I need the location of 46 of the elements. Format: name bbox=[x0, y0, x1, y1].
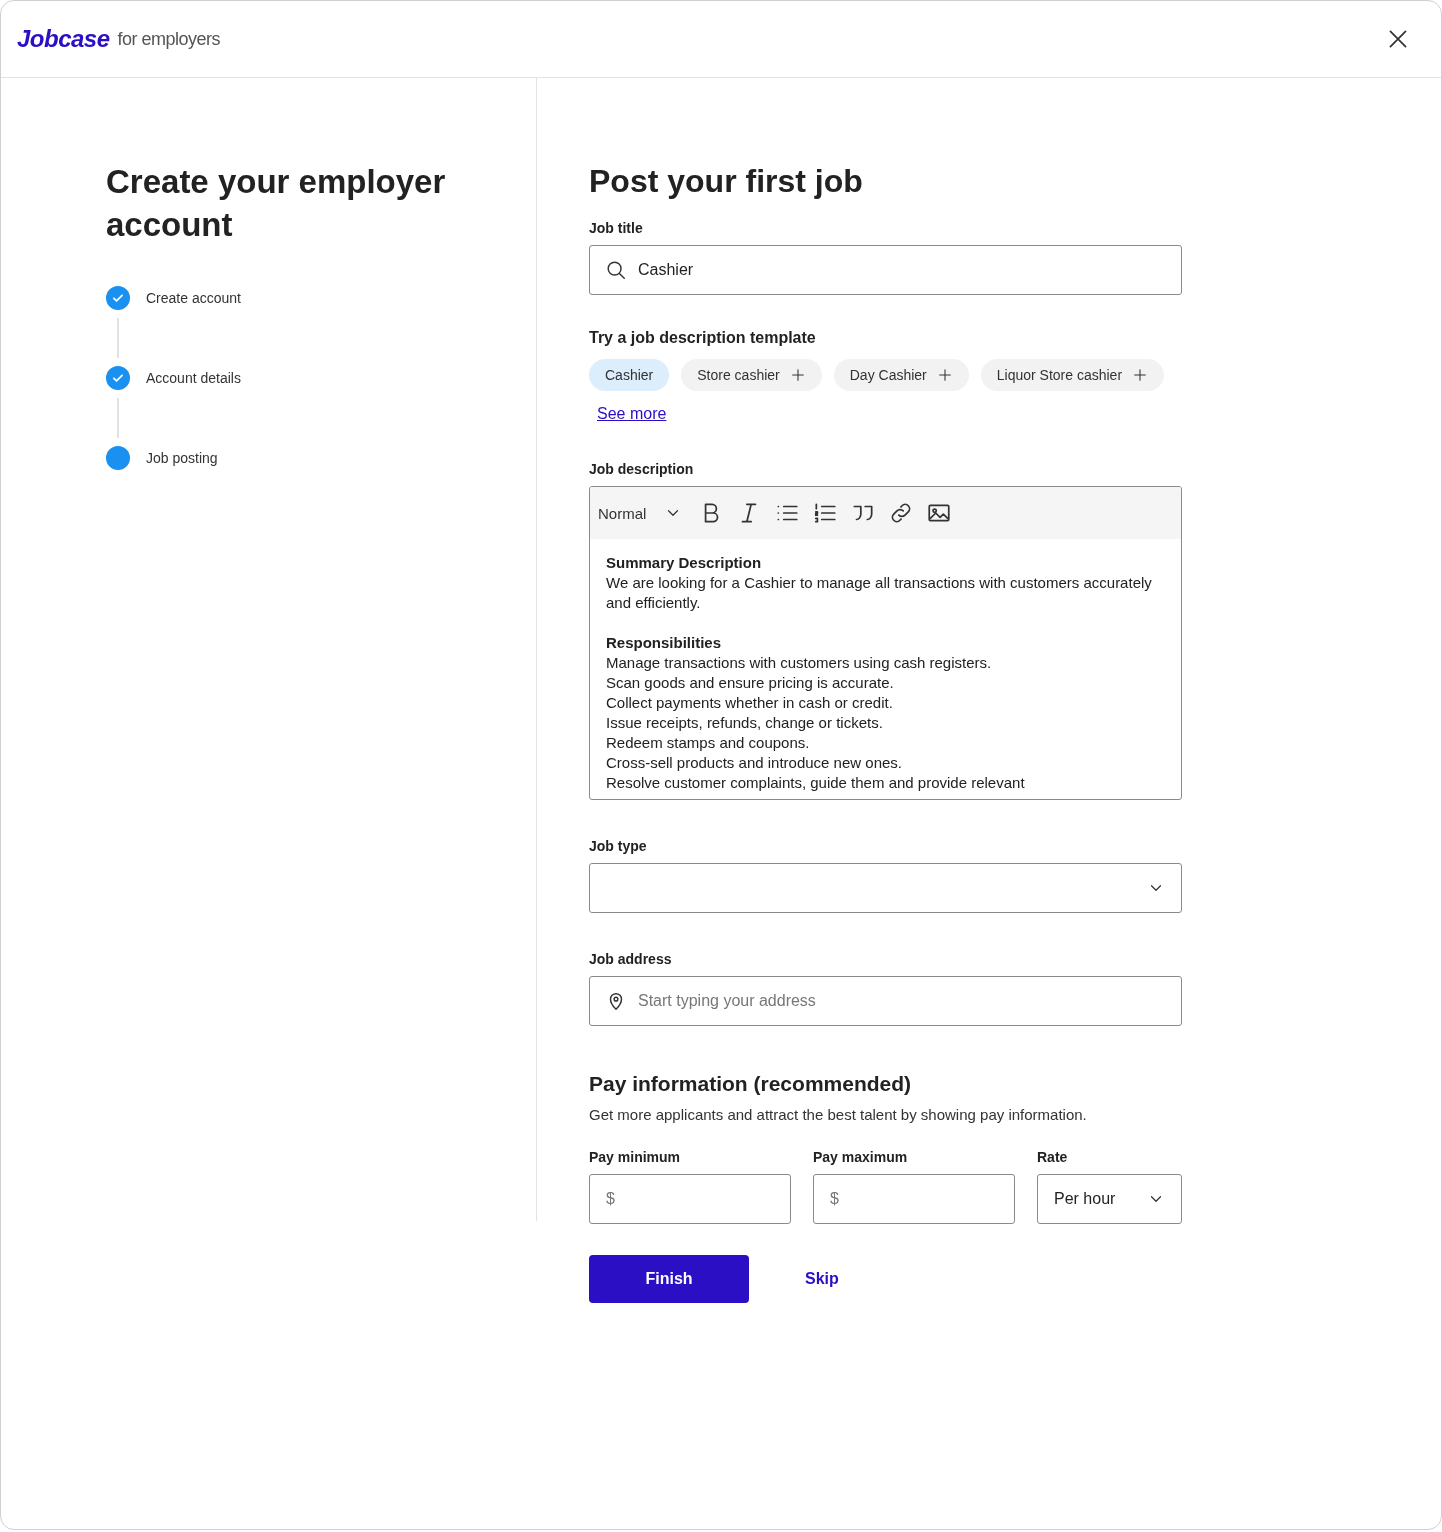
field-label: Pay minimum bbox=[589, 1149, 682, 1165]
job-title-field[interactable]: Cashier bbox=[589, 245, 1182, 295]
description-text: Manage transactions with customers using cash registers. bbox=[606, 653, 993, 673]
field-label: Pay maximum bbox=[813, 1149, 909, 1165]
format-dropdown[interactable]: Normal bbox=[598, 504, 683, 522]
description-text: Collect payments whether in cash or credit. bbox=[606, 693, 894, 713]
description-text: Scan goods and ensure pricing is accurate. bbox=[606, 673, 895, 693]
field-label: Job title bbox=[589, 220, 644, 236]
search-icon bbox=[605, 259, 627, 281]
step-label: Account details bbox=[146, 370, 241, 386]
pay-maximum-field[interactable]: $ bbox=[813, 1174, 1015, 1224]
rate-dropdown[interactable]: Per hour bbox=[1037, 1174, 1182, 1224]
description-text: Cross-sell products and introduce new ones. bbox=[606, 753, 903, 773]
description-text: Issue receipts, refunds, change or tickets. bbox=[606, 713, 884, 733]
description-text: Resolve customer complaints, guide them and provide relevant bbox=[606, 773, 1026, 793]
logo-tagline: for employers bbox=[117, 28, 221, 50]
section-title: Pay information (recommended) bbox=[589, 1072, 913, 1096]
form-title: Post your first job bbox=[589, 162, 864, 201]
section-subtitle: Get more applicants and attract the best talent by showing pay information. bbox=[589, 1106, 1088, 1123]
sidebar-title: Create your employer account bbox=[106, 162, 446, 245]
template-chip[interactable]: Day Cashier bbox=[833, 359, 969, 391]
step-label: Job posting bbox=[146, 450, 218, 466]
job-address-field[interactable]: Start typing your address bbox=[589, 976, 1182, 1026]
field-label: Job description bbox=[589, 461, 695, 477]
step-label: Create account bbox=[146, 290, 241, 306]
field-label: Rate bbox=[1037, 1149, 1069, 1165]
section-title: Try a job description template bbox=[589, 329, 817, 347]
plus-icon bbox=[789, 367, 806, 383]
pay-minimum-field[interactable]: $ bbox=[589, 1174, 791, 1224]
skip-link[interactable]: Skip bbox=[805, 1270, 839, 1288]
plus-icon bbox=[936, 367, 953, 383]
template-chip[interactable]: Cashier bbox=[589, 359, 670, 391]
description-text: Redeem stamps and coupons. bbox=[606, 733, 811, 753]
field-label: Job address bbox=[589, 951, 673, 967]
field-label: Job type bbox=[589, 838, 648, 854]
description-heading: Responsibilities bbox=[606, 633, 723, 653]
finish-button[interactable]: Finish bbox=[589, 1255, 749, 1303]
description-text: We are looking for a Cashier to manage all transactions with customers accurately and efficiently. bbox=[606, 573, 1153, 613]
plus-icon bbox=[1132, 367, 1149, 383]
template-chip[interactable]: Liquor Store cashier bbox=[980, 359, 1165, 391]
description-editor[interactable] bbox=[589, 486, 1182, 800]
logo: Jobcase bbox=[17, 25, 110, 53]
description-heading: Summary Description bbox=[606, 553, 763, 573]
see-more-link[interactable]: See more bbox=[597, 405, 667, 423]
job-type-dropdown[interactable] bbox=[589, 863, 1182, 913]
template-chip[interactable]: Store cashier bbox=[681, 359, 822, 391]
